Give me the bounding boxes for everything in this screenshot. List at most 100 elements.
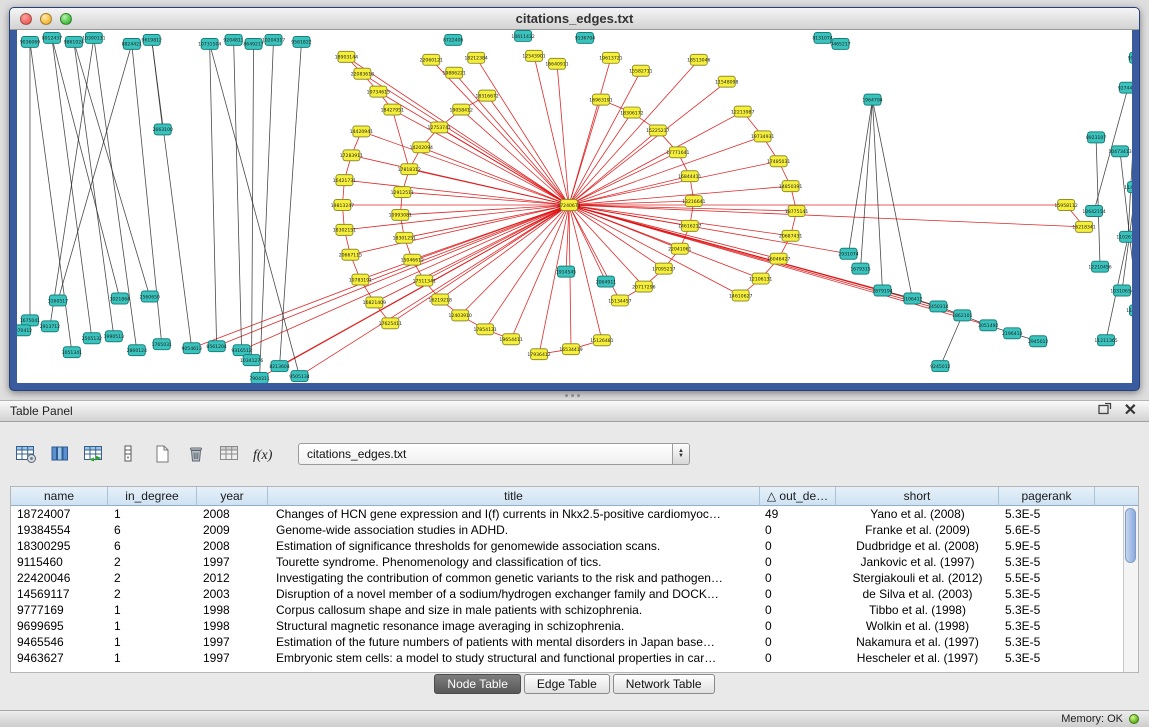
graph-node[interactable]: 8213604: [269, 361, 290, 372]
cell-title[interactable]: Disruption of a novel member of a sodium…: [268, 586, 760, 602]
graph-node[interactable]: 10642154: [1082, 206, 1105, 217]
cell-in_degree[interactable]: 1: [108, 618, 197, 634]
citation-edge-red[interactable]: [569, 205, 988, 325]
citation-edge-black[interactable]: [860, 100, 872, 269]
citation-edge-red[interactable]: [402, 192, 569, 205]
table-row[interactable]: 2242004622012Investigating the contribut…: [11, 570, 1138, 586]
cell-out_degree[interactable]: 0: [760, 538, 836, 554]
show-columns-icon[interactable]: [46, 441, 74, 467]
citation-edge-black[interactable]: [234, 40, 242, 350]
citation-edge-red[interactable]: [557, 64, 569, 205]
graph-node[interactable]: 12213987: [731, 106, 754, 117]
network-view-window[interactable]: citations_edges.txt 17240671183166721905…: [9, 7, 1140, 391]
cell-in_degree[interactable]: 2: [108, 586, 197, 602]
citation-edge-red[interactable]: [424, 205, 569, 281]
cell-short[interactable]: de Silva et al. (2003): [836, 586, 999, 602]
cell-in_degree[interactable]: 1: [108, 650, 197, 666]
graph-node[interactable]: 12106131: [749, 273, 772, 284]
graph-node[interactable]: 18775141: [785, 206, 808, 217]
graph-node[interactable]: 19734931: [751, 131, 774, 142]
cell-title[interactable]: Changes of HCN gene expression and I(f) …: [268, 506, 760, 522]
graph-node[interactable]: 2913712: [40, 321, 61, 332]
graph-node[interactable]: 16421731: [333, 175, 356, 186]
graph-node[interactable]: 9465217: [830, 38, 851, 49]
graph-node[interactable]: 10611432: [511, 30, 534, 41]
cell-title[interactable]: Estimation of significance thresholds fo…: [268, 538, 760, 554]
column-header-pagerank[interactable]: pagerank: [999, 487, 1095, 506]
cell-pagerank[interactable]: 5.3E-5: [999, 506, 1095, 522]
graph-node[interactable]: 8012437: [42, 32, 63, 43]
citation-edge-red[interactable]: [569, 205, 644, 287]
citation-edge-black[interactable]: [74, 42, 114, 336]
table-row[interactable]: 946554611997Estimation of the future num…: [11, 634, 1138, 650]
graph-node[interactable]: 9136704: [575, 32, 596, 43]
graph-node[interactable]: 20687431: [779, 230, 802, 241]
cell-short[interactable]: Nakamura et al. (1997): [836, 634, 999, 650]
table-row[interactable]: 911546021997Tourette syndrome. Phenomeno…: [11, 554, 1138, 570]
cell-in_degree[interactable]: 1: [108, 602, 197, 618]
graph-node[interactable]: 1914545: [556, 266, 577, 277]
column-header-out_degree[interactable]: △ out_de…: [760, 487, 836, 506]
citation-edge-black[interactable]: [940, 315, 962, 366]
float-panel-icon[interactable]: [1098, 402, 1112, 420]
citation-edge-red[interactable]: [569, 71, 641, 205]
graph-node[interactable]: 17283911: [340, 150, 363, 161]
citation-edge-black[interactable]: [210, 44, 217, 346]
citation-edge-red[interactable]: [392, 110, 569, 205]
cell-short[interactable]: Hescheler et al. (1997): [836, 650, 999, 666]
cell-short[interactable]: Jankovic et al. (1997): [836, 554, 999, 570]
graph-node[interactable]: 10993081: [389, 209, 412, 220]
cell-out_degree[interactable]: 49: [760, 506, 836, 522]
citation-edge-black[interactable]: [872, 100, 912, 299]
graph-node[interactable]: 20667115: [339, 249, 362, 260]
graph-node[interactable]: 14610627: [729, 290, 752, 301]
cell-short[interactable]: Dudbridge et al. (2008): [836, 538, 999, 554]
graph-node[interactable]: 16844411: [678, 171, 701, 182]
cell-year[interactable]: 2009: [197, 522, 268, 538]
citation-edge-red[interactable]: [569, 113, 632, 205]
graph-node[interactable]: 2945012: [1028, 336, 1049, 347]
graph-node[interactable]: 15126481: [590, 335, 613, 346]
citation-edge-red[interactable]: [461, 110, 569, 205]
column-header-in_degree[interactable]: in_degree: [108, 487, 197, 506]
cell-pagerank[interactable]: 5.3E-5: [999, 650, 1095, 666]
add-column-icon[interactable]: [80, 441, 108, 467]
citation-edge-black[interactable]: [58, 44, 132, 301]
graph-node[interactable]: 9054613: [181, 343, 202, 354]
cell-in_degree[interactable]: 2: [108, 570, 197, 586]
cell-short[interactable]: Stergiakouli et al. (2012): [836, 570, 999, 586]
graph-node[interactable]: 18301251: [393, 232, 416, 243]
graph-node[interactable]: 9914032: [1128, 52, 1132, 63]
table-row[interactable]: 1456911722003Disruption of a novel membe…: [11, 586, 1138, 602]
graph-node[interactable]: 2860124: [127, 345, 148, 356]
graph-node[interactable]: 16963191: [589, 94, 612, 105]
graph-node[interactable]: 19813247: [331, 200, 354, 211]
graph-node[interactable]: 3051492: [978, 320, 999, 331]
citation-edge-black[interactable]: [849, 100, 873, 254]
network-canvas[interactable]: 1724067118316672190584121275374114202094…: [17, 30, 1132, 383]
table-scrollbar[interactable]: [1123, 506, 1138, 672]
citation-edge-red[interactable]: [569, 60, 699, 205]
graph-node[interactable]: 18212384: [464, 52, 487, 63]
graph-node[interactable]: 9861024: [64, 36, 85, 47]
graph-node[interactable]: 8923107: [1086, 132, 1107, 143]
graph-node[interactable]: 11548098: [715, 76, 738, 87]
graph-node[interactable]: 1765031: [152, 339, 173, 350]
tab-node-table[interactable]: Node Table: [434, 674, 521, 694]
close-button[interactable]: [20, 13, 32, 25]
cell-name[interactable]: 18724007: [11, 506, 108, 522]
graph-node[interactable]: 10204317: [262, 34, 285, 45]
table-row[interactable]: 946362711997Embryonic stem cells: a mode…: [11, 650, 1138, 666]
cell-year[interactable]: 2008: [197, 538, 268, 554]
graph-node[interactable]: 19058412: [450, 104, 473, 115]
citation-edge-red[interactable]: [487, 96, 569, 205]
graph-node[interactable]: 10390131: [82, 32, 105, 43]
column-header-year[interactable]: year: [197, 487, 268, 506]
graph-node[interactable]: 18316672: [475, 90, 498, 101]
graph-node[interactable]: 11431756: [1124, 182, 1132, 193]
cell-title[interactable]: Structural magnetic resonance image aver…: [268, 618, 760, 634]
cell-year[interactable]: 2008: [197, 506, 268, 522]
graph-node[interactable]: 18903144: [335, 51, 358, 62]
graph-node[interactable]: 15225217: [646, 125, 669, 136]
cell-title[interactable]: Corpus callosum shape and size in male p…: [268, 602, 760, 618]
